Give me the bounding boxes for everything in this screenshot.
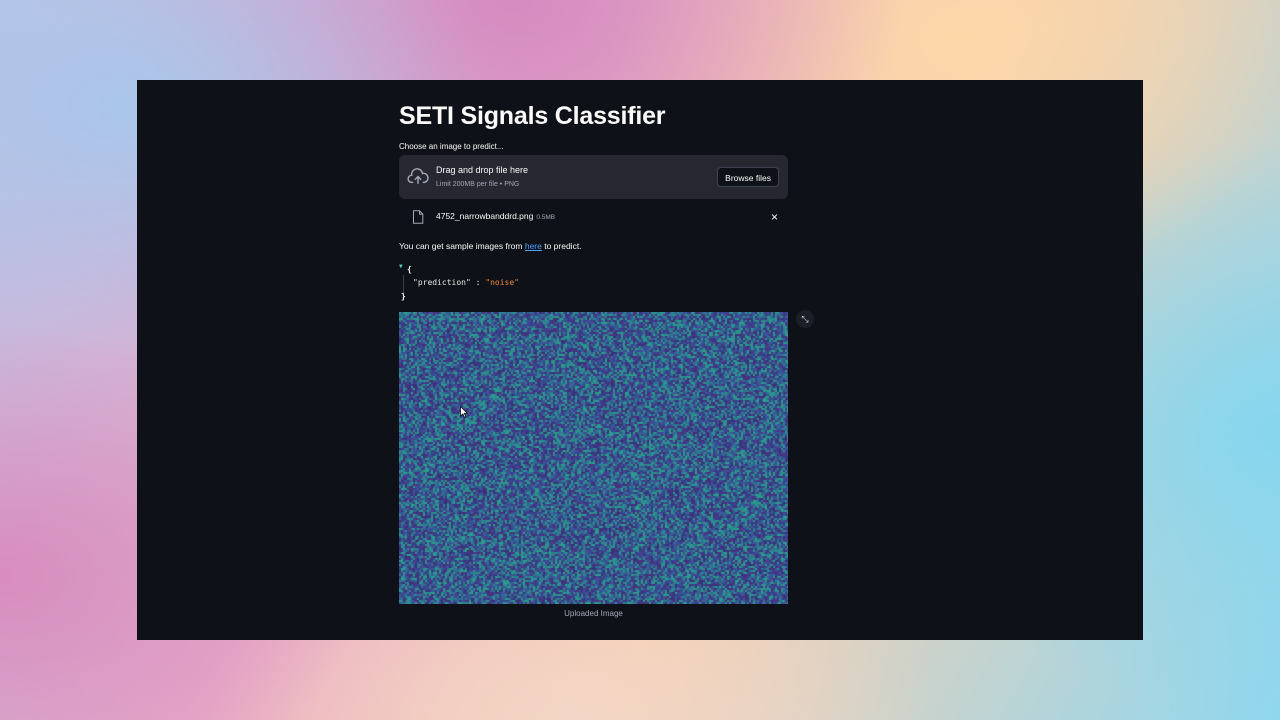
json-open-brace: { [407,265,412,274]
uploaded-file-name: 4752_narrowbanddrd.png 0.5MB [436,211,555,221]
sample-link[interactable]: here [525,241,542,251]
file-icon [413,210,424,224]
prediction-json: ▼ { "prediction" : "noise" } [399,263,599,303]
app-window: SETI Signals Classifier Choose an image … [137,80,1143,640]
image-caption: Uploaded Image [564,609,623,618]
prediction-line: "prediction" : "noise" [413,278,519,287]
collapse-caret-icon[interactable]: ▼ [399,263,403,270]
prediction-value: "noise" [485,278,519,287]
uploaded-image [399,312,788,604]
mouse-cursor-icon [460,406,468,418]
remove-file-icon[interactable]: × [771,210,778,224]
spectrogram-image [399,312,788,604]
dropzone-limit: Limit 200MB per file • PNG [436,181,520,188]
json-close-brace: } [401,292,406,301]
uploaded-file-row: 4752_narrowbanddrd.png 0.5MB × [399,208,788,228]
dropzone-title: Drag and drop file here [436,165,529,175]
file-dropzone[interactable]: Drag and drop file here Limit 200MB per … [399,155,788,199]
uploader-label: Choose an image to predict... [399,142,504,151]
sample-prefix: You can get sample images from [399,241,525,251]
json-indent-guide [403,275,404,293]
cloud-upload-icon [407,168,429,185]
page-title: SETI Signals Classifier [399,102,666,130]
prediction-key: "prediction" [413,278,471,287]
file-name-text: 4752_narrowbanddrd.png [436,211,534,221]
fullscreen-icon[interactable]: ⤡ [796,310,814,328]
json-separator: : [470,278,486,287]
sample-suffix: to predict. [541,241,582,251]
browse-files-button[interactable]: Browse files [717,167,779,187]
file-size: 0.5MB [536,214,556,221]
sample-images-text: You can get sample images from here to p… [399,241,582,251]
